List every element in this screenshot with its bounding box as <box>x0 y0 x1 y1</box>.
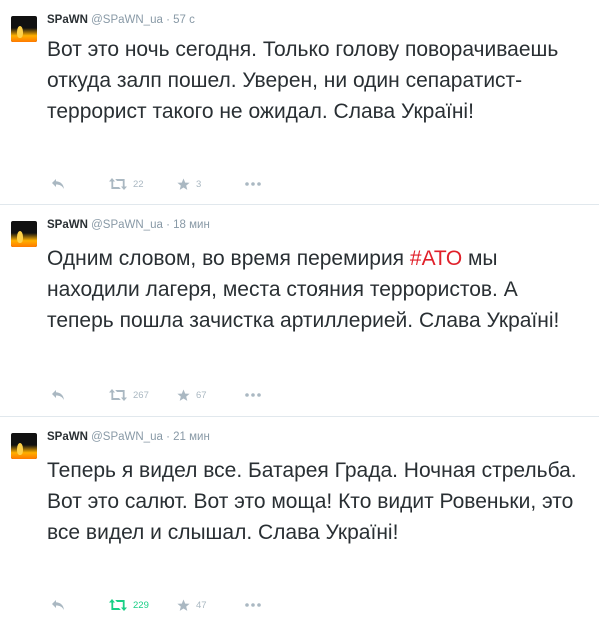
favorite-button[interactable]: 67 <box>177 387 207 403</box>
retweet-count: 229 <box>133 599 149 611</box>
star-icon <box>177 599 190 611</box>
favorite-button[interactable]: 47 <box>177 597 207 613</box>
reply-button[interactable] <box>51 176 65 192</box>
tweet-text: Теперь я видел все. Батарея Града. Ночна… <box>47 455 579 548</box>
more-button[interactable] <box>245 597 261 613</box>
tweet-text: Одним словом, во время перемирия #АТО мы… <box>47 243 579 336</box>
star-icon <box>177 389 190 401</box>
timestamp[interactable]: 21 мин <box>173 431 210 443</box>
avatar[interactable] <box>11 16 37 42</box>
tweet[interactable]: SPaWN @SPaWN_ua · 57 с Вот это ночь сего… <box>0 0 599 205</box>
avatar[interactable] <box>11 433 37 459</box>
tweet-header: SPaWN @SPaWN_ua · 57 с <box>47 13 195 27</box>
reply-icon <box>52 600 64 610</box>
favorite-count: 47 <box>196 599 207 611</box>
more-icon <box>245 182 261 186</box>
timestamp[interactable]: 57 с <box>173 14 195 26</box>
favorite-count: 3 <box>196 178 202 190</box>
reply-button[interactable] <box>51 597 65 613</box>
favorite-button[interactable]: 3 <box>177 176 201 192</box>
reply-icon <box>52 390 64 400</box>
tweet-text-body: Одним словом, во время перемирия <box>47 247 410 270</box>
reply-icon <box>52 179 64 189</box>
retweet-icon <box>109 178 127 190</box>
separator: · <box>166 14 170 26</box>
tweet-header: SPaWN @SPaWN_ua · 21 мин <box>47 430 210 444</box>
retweet-button[interactable]: 267 <box>109 387 149 403</box>
tweet-text-body: Теперь я видел все. Батарея Града. Ночна… <box>47 459 577 544</box>
more-button[interactable] <box>245 387 261 403</box>
retweet-icon <box>109 389 127 401</box>
tweet[interactable]: SPaWN @SPaWN_ua · 21 мин Теперь я видел … <box>0 417 599 630</box>
more-icon <box>245 603 261 607</box>
favorite-count: 67 <box>196 389 207 401</box>
user-handle[interactable]: @SPaWN_ua <box>91 219 163 231</box>
retweet-count: 267 <box>133 389 149 401</box>
tweet-text-body: Вот это ночь сегодня. Только голову пово… <box>47 38 559 123</box>
tweet[interactable]: SPaWN @SPaWN_ua · 18 мин Одним словом, в… <box>0 205 599 417</box>
more-button[interactable] <box>245 176 261 192</box>
tweet-header: SPaWN @SPaWN_ua · 18 мин <box>47 218 210 232</box>
tweet-text: Вот это ночь сегодня. Только голову пово… <box>47 34 579 127</box>
user-name[interactable]: SPaWN <box>47 431 88 443</box>
separator: · <box>166 219 170 231</box>
user-name[interactable]: SPaWN <box>47 219 88 231</box>
reply-button[interactable] <box>51 387 65 403</box>
retweet-button[interactable]: 22 <box>109 176 144 192</box>
user-name[interactable]: SPaWN <box>47 14 88 26</box>
more-icon <box>245 393 261 397</box>
separator: · <box>166 431 170 443</box>
avatar[interactable] <box>11 221 37 247</box>
user-handle[interactable]: @SPaWN_ua <box>91 14 163 26</box>
timestamp[interactable]: 18 мин <box>173 219 210 231</box>
retweet-button[interactable]: 229 <box>109 597 149 613</box>
star-icon <box>177 178 190 190</box>
retweet-count: 22 <box>133 178 144 190</box>
retweet-icon <box>109 599 127 611</box>
user-handle[interactable]: @SPaWN_ua <box>91 431 163 443</box>
hashtag-link[interactable]: #АТО <box>410 247 462 270</box>
